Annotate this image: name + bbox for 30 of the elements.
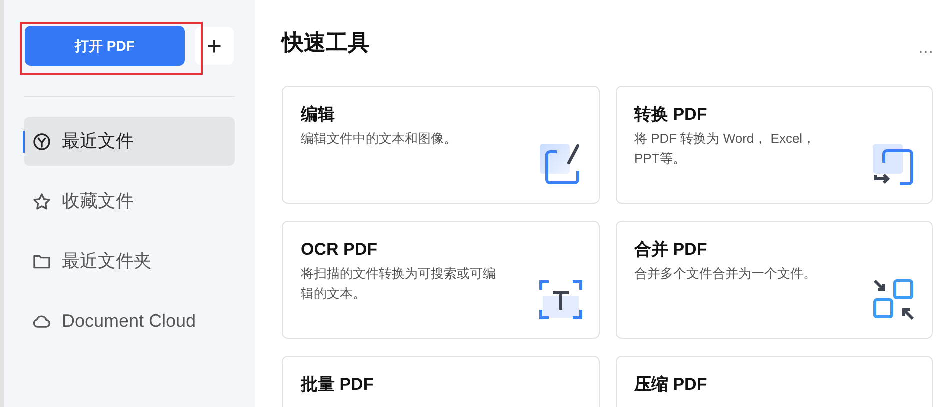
nav-item[interactable]: 最近文件夹: [24, 237, 235, 286]
clock-icon: [32, 132, 52, 152]
ocr-icon: [538, 278, 582, 322]
page-title: 快速工具: [282, 29, 370, 57]
tool-card[interactable]: 编辑 编辑文件中的文本和图像。: [282, 86, 600, 204]
tool-card[interactable]: 压缩 PDF: [616, 356, 933, 407]
merge-icon: [872, 278, 916, 322]
tool-description: 将扫描的文件转换为可搜索或可编辑的文本。: [301, 265, 497, 303]
tool-title: 合并 PDF: [634, 239, 708, 261]
star-icon: [32, 192, 52, 212]
tool-card[interactable]: 转换 PDF 将 PDF 转换为 Word， Excel，PPT等。: [616, 86, 933, 204]
tool-description: 编辑文件中的文本和图像。: [301, 130, 458, 148]
tool-title: 批量 PDF: [301, 374, 375, 396]
nav-item[interactable]: 收藏文件: [24, 177, 235, 226]
tool-card[interactable]: 批量 PDF: [282, 356, 600, 407]
more-button[interactable]: …: [918, 41, 934, 57]
tool-title: OCR PDF: [301, 239, 378, 261]
tool-description: 将 PDF 转换为 Word， Excel，PPT等。: [634, 130, 817, 168]
open-pdf-button[interactable]: 打开 PDF: [25, 26, 185, 66]
tool-title: 转换 PDF: [634, 104, 708, 126]
edit-icon: [538, 143, 582, 187]
tool-title: 压缩 PDF: [634, 374, 708, 396]
tool-card[interactable]: 合并 PDF 合并多个文件合并为一个文件。: [616, 221, 933, 339]
nav-item[interactable]: Document Cloud: [24, 297, 235, 346]
tool-card[interactable]: OCR PDF 将扫描的文件转换为可搜索或可编辑的文本。: [282, 221, 600, 339]
nav-item[interactable]: 最近文件: [24, 117, 235, 166]
tool-title: 编辑: [301, 104, 336, 126]
tool-description: 合并多个文件合并为一个文件。: [634, 265, 818, 283]
add-button[interactable]: +: [195, 27, 234, 65]
convert-icon: [872, 143, 916, 187]
